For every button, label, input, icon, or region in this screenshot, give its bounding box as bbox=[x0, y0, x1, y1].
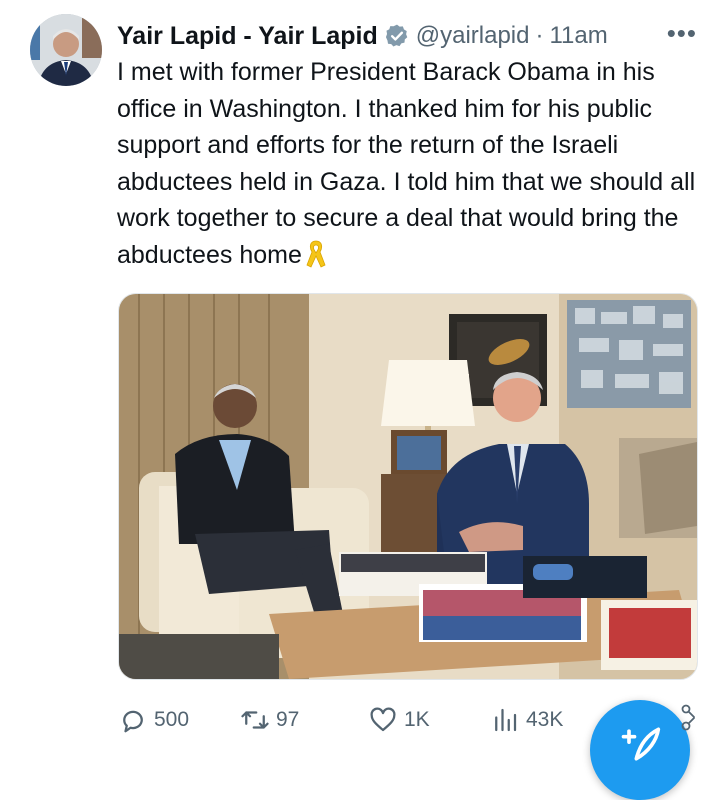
header-separator: · bbox=[535, 22, 544, 49]
tweet-body: I met with former President Barack Obama… bbox=[117, 58, 696, 269]
tweet-actions: 500 97 1K 43K bbox=[118, 700, 638, 740]
author-name[interactable]: Yair Lapid - Yair Lapid bbox=[117, 22, 378, 51]
views-icon bbox=[495, 708, 517, 732]
views-count: 43K bbox=[526, 708, 564, 731]
tweet-timestamp[interactable]: 11am bbox=[549, 22, 607, 50]
like-button[interactable]: 1K bbox=[368, 705, 490, 735]
like-count: 1K bbox=[404, 708, 430, 731]
reply-button[interactable]: 500 bbox=[118, 705, 240, 735]
reply-count: 500 bbox=[154, 708, 190, 731]
views-button[interactable]: 43K bbox=[490, 705, 600, 735]
share-icon[interactable] bbox=[678, 702, 700, 736]
tweet-text: I met with former President Barack Obama… bbox=[117, 54, 707, 273]
tweet-photo[interactable] bbox=[118, 293, 698, 680]
author-avatar[interactable] bbox=[30, 14, 102, 86]
heart-icon bbox=[370, 707, 396, 732]
author-handle[interactable]: @yairlapid bbox=[416, 22, 530, 50]
reply-icon bbox=[123, 710, 143, 733]
compose-button[interactable] bbox=[590, 700, 690, 800]
compose-icon bbox=[621, 727, 661, 761]
retweet-count: 97 bbox=[276, 708, 300, 731]
verified-badge-icon bbox=[385, 24, 408, 47]
retweet-button[interactable]: 97 bbox=[240, 705, 368, 735]
yellow-ribbon-icon bbox=[306, 240, 326, 268]
avatar-image bbox=[30, 14, 102, 86]
retweet-icon bbox=[241, 711, 269, 729]
meeting-photo bbox=[119, 294, 697, 679]
tweet-header: Yair Lapid - Yair Lapid @yairlapid · 11a… bbox=[117, 18, 697, 54]
more-options-icon[interactable]: ••• bbox=[667, 18, 697, 49]
